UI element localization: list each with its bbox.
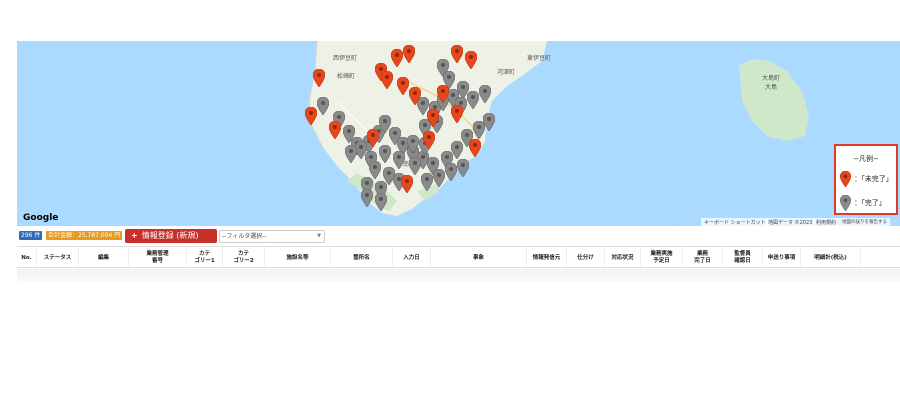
chevron-down-icon: ▼: [317, 233, 321, 239]
col-header-location[interactable]: 箇所名: [331, 247, 393, 269]
total-amount-badge: 合計金額：25,787,094 円: [46, 231, 123, 240]
place-label-nishiizu: 西伊豆町: [333, 55, 358, 62]
gray-map-pin-icon[interactable]: [445, 163, 457, 181]
red-map-pin-icon[interactable]: [465, 51, 477, 69]
red-map-pin-icon[interactable]: [437, 85, 449, 103]
count-badge: 296 件: [19, 231, 43, 240]
terms-link[interactable]: 利用規約: [813, 218, 840, 226]
red-map-pin-icon[interactable]: [305, 107, 317, 125]
col-header-category1[interactable]: カテ ゴリー1: [187, 247, 223, 269]
legend-row-incomplete: ：「未完了」: [840, 171, 893, 187]
gray-map-pin-icon[interactable]: [409, 157, 421, 175]
map-legend: −凡例− ：「未完了」 ：「完了」: [834, 144, 898, 215]
col-header-handover[interactable]: 申送り事項: [763, 247, 801, 269]
red-map-pin-icon[interactable]: [367, 129, 379, 147]
legend-complete-label: ：「完了」: [854, 199, 886, 207]
gray-map-pin-icon[interactable]: [433, 169, 445, 187]
gray-map-pin-icon[interactable]: [375, 193, 387, 211]
gray-map-pin-icon[interactable]: [483, 113, 495, 131]
col-header-sort[interactable]: 仕分け: [567, 247, 605, 269]
red-map-pin-icon[interactable]: [451, 105, 463, 123]
map-view[interactable]: 西伊豆町 松崎町 河津町 東伊豆町 大島町 大島 南伊 Google キーボード…: [17, 41, 900, 226]
red-map-pin-icon[interactable]: [451, 45, 463, 63]
col-header-mgmt-number[interactable]: 業務管理 番号: [129, 247, 187, 269]
place-label-kawazu: 河津町: [497, 69, 516, 76]
filter-select-value: --フィルタ選択--: [222, 233, 267, 240]
col-header-event[interactable]: 事象: [431, 247, 527, 269]
place-label-oshima-town: 大島町: [762, 75, 781, 82]
red-map-pin-icon[interactable]: [409, 87, 421, 105]
map-base: [308, 41, 809, 226]
gray-map-pin-icon[interactable]: [317, 97, 329, 115]
sea-line-2: [496, 160, 678, 226]
plus-icon: +: [131, 231, 138, 240]
col-header-completed-date[interactable]: 業務 完了日: [683, 247, 723, 269]
col-header-edit[interactable]: 編集: [79, 247, 129, 269]
gray-map-pin-icon[interactable]: [479, 85, 491, 103]
red-map-pin-icon[interactable]: [313, 69, 325, 87]
report-error-link[interactable]: 地図の誤りを報告する: [839, 218, 890, 226]
gray-map-pin-icon[interactable]: [457, 159, 469, 177]
red-map-pin-icon[interactable]: [381, 71, 393, 89]
red-pin-icon: [840, 171, 851, 187]
data-table-header: No. ステータス 編集 業務管理 番号 カテ ゴリー1 カテ ゴリー2 施設名…: [17, 246, 900, 269]
legend-row-complete: ：「完了」: [840, 195, 886, 211]
keyboard-shortcuts-link[interactable]: キーボード ショートカット: [701, 218, 769, 226]
gray-map-pin-icon[interactable]: [407, 135, 419, 153]
gray-map-pin-icon[interactable]: [345, 145, 357, 163]
place-label-higashiizu: 東伊豆町: [527, 55, 552, 62]
col-header-supervisor-date[interactable]: 監督員 確認日: [723, 247, 763, 269]
col-header-no[interactable]: No.: [17, 247, 37, 269]
place-label-matsuzaki: 松崎町: [337, 73, 356, 80]
oshima-island: [739, 59, 809, 141]
col-header-status[interactable]: ステータス: [37, 247, 79, 269]
sea-line-1: [481, 170, 578, 226]
red-map-pin-icon[interactable]: [469, 139, 481, 157]
col-header-category2[interactable]: カテ ゴリー2: [223, 247, 265, 269]
toolbar: 296 件 合計金額：25,787,094 円 + 情報登録 (新規) --フィル…: [17, 229, 900, 245]
register-new-button[interactable]: + 情報登録 (新規): [125, 229, 217, 243]
col-header-input-date[interactable]: 入力日: [393, 247, 431, 269]
place-label-oshima: 大島: [765, 84, 778, 91]
gray-map-pin-icon[interactable]: [361, 189, 373, 207]
register-button-label: 情報登録 (新規): [141, 231, 199, 240]
legend-title: −凡例−: [853, 155, 879, 163]
gray-map-pin-icon[interactable]: [467, 91, 479, 109]
col-header-facility[interactable]: 施設名等: [265, 247, 331, 269]
col-header-source[interactable]: 情報発信元: [527, 247, 567, 269]
red-map-pin-icon[interactable]: [423, 131, 435, 149]
filter-select[interactable]: --フィルタ選択-- ▼: [219, 230, 325, 243]
google-logo: Google: [23, 213, 59, 223]
app-frame: 西伊豆町 松崎町 河津町 東伊豆町 大島町 大島 南伊 Google キーボード…: [17, 41, 900, 283]
col-header-planned-date[interactable]: 業務実施 予定日: [641, 247, 683, 269]
red-map-pin-icon[interactable]: [403, 45, 415, 63]
gray-map-pin-icon[interactable]: [421, 173, 433, 191]
map-data-text: 地図データ ©2023: [765, 218, 816, 226]
sea-line-3: [486, 180, 518, 226]
legend-incomplete-label: ：「未完了」: [854, 175, 893, 183]
table-row[interactable]: [17, 269, 900, 283]
red-map-pin-icon[interactable]: [329, 121, 341, 139]
red-map-pin-icon[interactable]: [397, 77, 409, 95]
col-header-amount[interactable]: 明細計(税込): [801, 247, 861, 269]
col-header-response[interactable]: 対応状況: [605, 247, 641, 269]
red-map-pin-icon[interactable]: [401, 175, 413, 193]
gray-pin-icon: [840, 195, 851, 211]
red-map-pin-icon[interactable]: [427, 109, 439, 127]
red-map-pin-icon[interactable]: [391, 49, 403, 67]
